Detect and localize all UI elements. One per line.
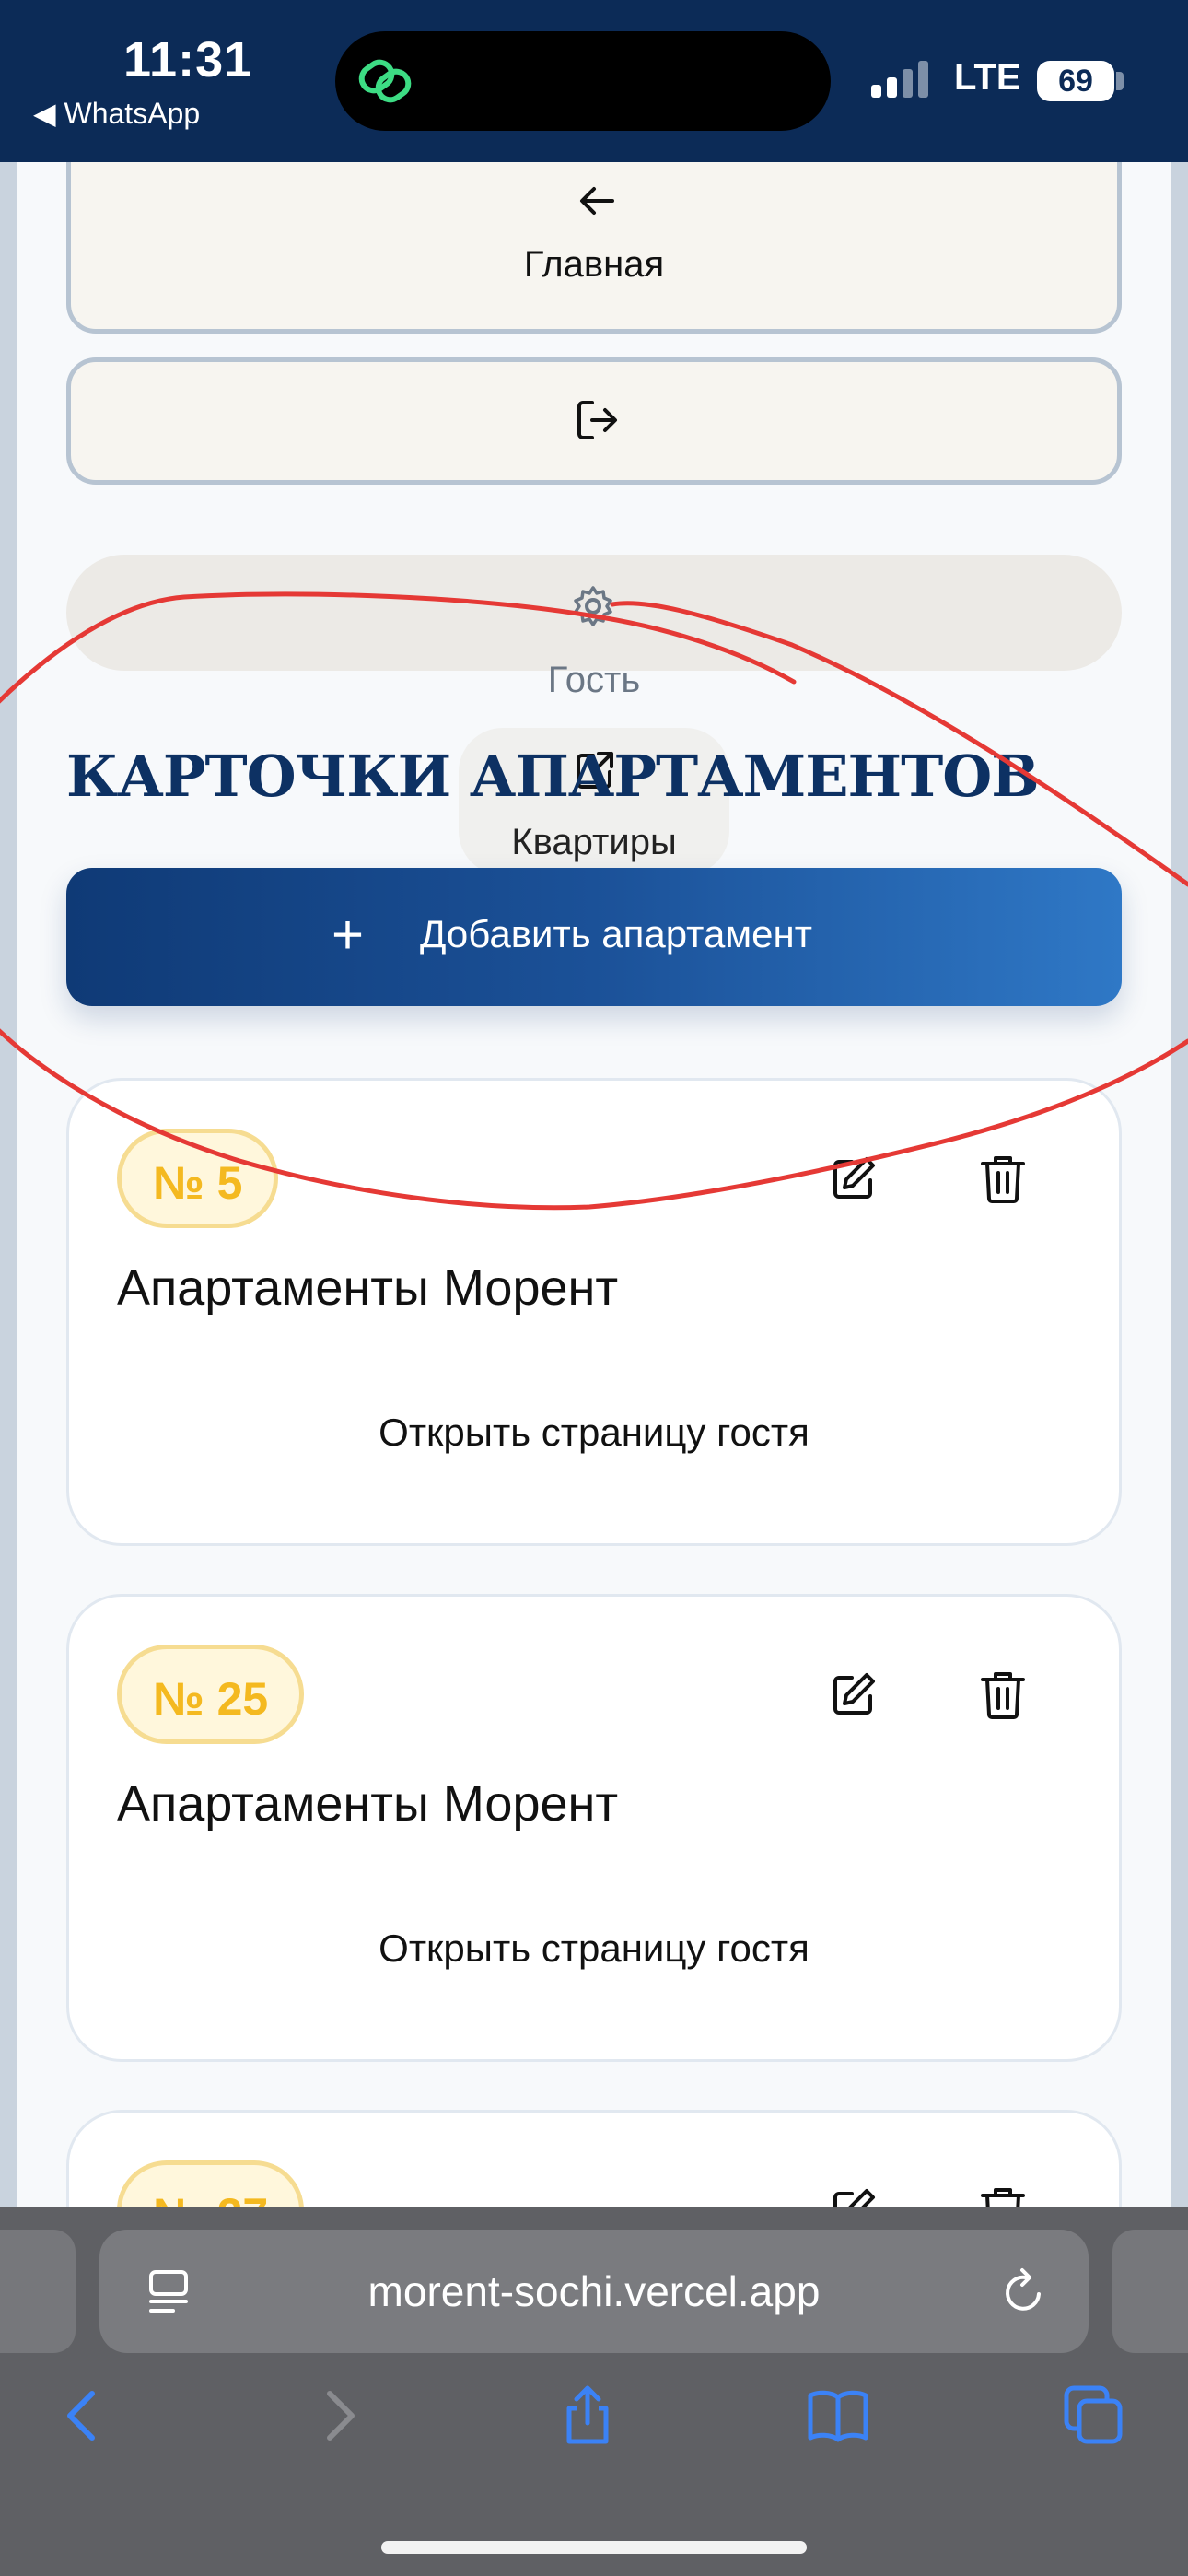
tabs-icon[interactable] [1063,2384,1125,2447]
plus-icon: + [332,904,365,966]
next-tab-preview[interactable] [1112,2230,1188,2353]
battery-tip [1116,72,1124,90]
apartment-number-badge: № 25 [117,1645,305,1744]
logout-button[interactable] [66,357,1122,485]
home-label: Главная [523,244,665,285]
page-title: КАРТОЧКИ АПАРТАМЕНТОВ [66,743,1040,810]
network-type: LTE [954,57,1021,98]
back-to-app-link[interactable]: ◀ WhatsApp [33,96,200,131]
browser-toolbar: morent-sochi.vercel.app [0,2207,1188,2576]
back-icon[interactable] [52,2384,114,2447]
apartment-name: Апартаменты Морент [117,1260,619,1316]
open-guest-page-link[interactable]: Открыть страницу гостя [69,1926,1119,1971]
address-bar[interactable]: morent-sochi.vercel.app [99,2230,1089,2353]
screen: 11:31 ◀ WhatsApp LTE 69 Главная Гость Кв… [0,0,1188,2576]
reload-icon[interactable] [998,2266,1050,2318]
apartment-number-badge: № 5 [117,1129,279,1228]
battery-icon: 69 [1037,61,1114,101]
apartment-card: № 5 Апартаменты Морент Открыть страницу … [66,1078,1122,1546]
open-guest-page-link[interactable]: Открыть страницу гостя [69,1411,1119,1455]
logout-icon [577,401,617,439]
guest-label: Гость [547,660,641,700]
status-bar: 11:31 ◀ WhatsApp LTE 69 [0,0,1188,162]
url-text: morent-sochi.vercel.app [367,2267,821,2315]
previous-tab-preview[interactable] [0,2230,76,2353]
home-indicator [381,2541,807,2554]
add-apartment-button[interactable]: + Добавить апартамент [66,868,1122,1006]
arrow-left-icon [580,187,614,215]
gear-icon [574,586,612,626]
link-chain-icon [358,59,412,103]
signal-icon [871,61,928,98]
add-apartment-label: Добавить апартамент [420,912,812,955]
apartment-card: № 25 Апартаменты Морент Открыть страницу… [66,1594,1122,2062]
apartments-nav-label: Квартиры [511,822,677,862]
trash-icon[interactable] [979,1669,1027,1720]
edit-icon[interactable] [830,1154,878,1202]
clock: 11:31 [123,32,253,88]
apartment-name: Апартаменты Морент [117,1776,619,1832]
trash-icon[interactable] [979,1153,1027,1204]
forward-icon[interactable] [308,2384,370,2447]
edit-icon[interactable] [830,1670,878,1718]
bookmarks-icon[interactable] [807,2384,869,2447]
dynamic-island [335,31,831,131]
share-icon[interactable] [556,2384,619,2447]
